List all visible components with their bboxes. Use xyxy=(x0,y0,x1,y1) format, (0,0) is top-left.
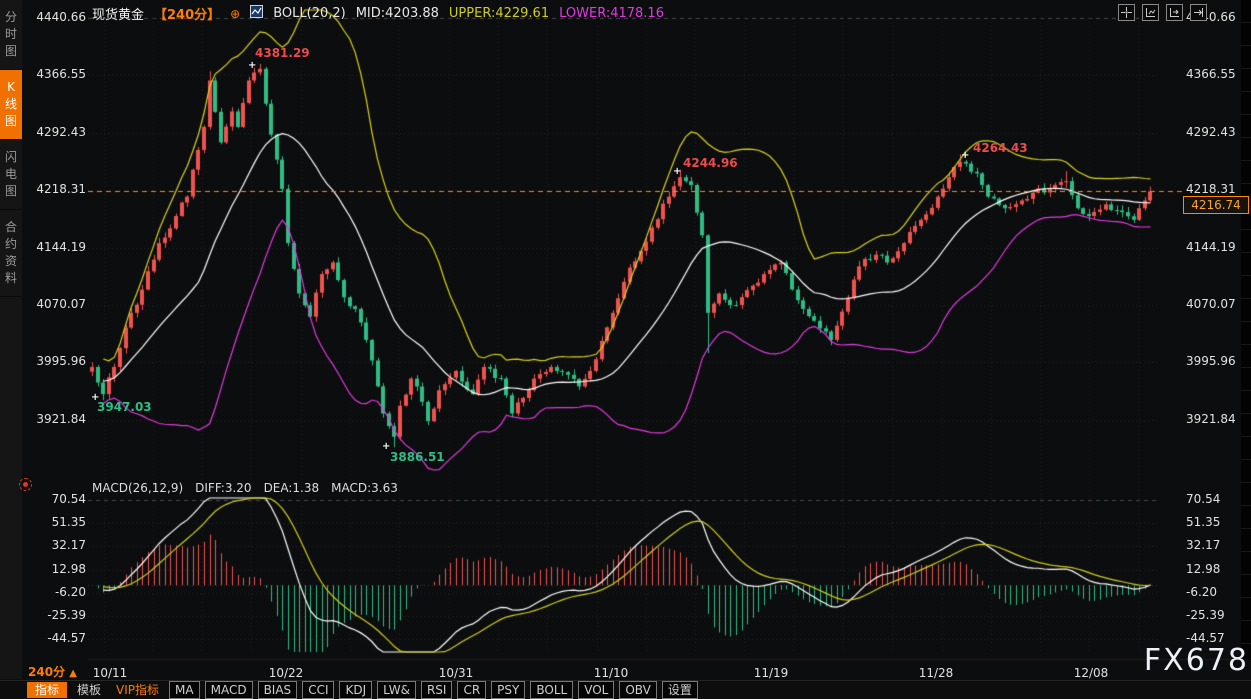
period-selector[interactable]: 240分 ▲ xyxy=(28,663,77,680)
macd-axis-label-left: 70.54 xyxy=(24,492,86,506)
chart-header: 现货黄金 【240分】 ⊕ BOLL(20,2) MID:4203.88 UPP… xyxy=(92,4,664,23)
toolbar-button-shezhi[interactable]: 设置 xyxy=(662,681,698,699)
sidebar-item-fenshitu[interactable]: 分时图 xyxy=(0,0,22,70)
toolbar-button-bias[interactable]: BIAS xyxy=(258,681,298,699)
axis-scale-right-icon[interactable] xyxy=(1166,4,1183,21)
macd-macd-value: MACD:3.63 xyxy=(331,481,398,495)
price-axis-label-left: 4292.43 xyxy=(24,125,86,139)
macd-axis-label-right: 70.54 xyxy=(1186,492,1220,506)
macd-axis-label-right: -25.39 xyxy=(1186,608,1225,622)
alarm-dot-icon[interactable] xyxy=(19,478,32,491)
candlestick-macd-chart[interactable] xyxy=(0,0,1251,699)
macd-axis-label-left: 51.35 xyxy=(24,515,86,529)
x-axis-date: 10/11 xyxy=(93,666,128,680)
price-axis-label-left: 4366.55 xyxy=(24,67,86,81)
x-axis-date: 11/10 xyxy=(594,666,629,680)
boll-lower-value: LOWER:4178.16 xyxy=(559,6,664,21)
price-axis-label-left: 4144.19 xyxy=(24,240,86,254)
toolbar-button-cr[interactable]: CR xyxy=(457,681,486,699)
axis-scale-left-icon[interactable] xyxy=(1142,4,1159,21)
current-price-box: 4216.74 xyxy=(1183,196,1249,214)
chart-tool-icons xyxy=(1118,4,1207,21)
boll-label: BOLL(20,2) xyxy=(273,6,346,21)
toolbar-button-zhibiao[interactable]: 指标 xyxy=(27,682,67,698)
macd-axis-label-right: -6.20 xyxy=(1186,585,1217,599)
price-axis-label-right: 4070.07 xyxy=(1186,297,1236,311)
toolbar-button-psy[interactable]: PSY xyxy=(491,681,525,699)
cross-marker-icon: + xyxy=(91,392,99,403)
crosshair-icon[interactable] xyxy=(1118,4,1135,21)
period-label[interactable]: 【240分】 xyxy=(154,4,220,23)
toolbar-button-vip[interactable]: VIP指标 xyxy=(111,682,164,698)
macd-params-label: MACD(26,12,9) xyxy=(92,481,183,495)
price-axis-label-right: 3995.96 xyxy=(1186,354,1236,368)
toolbar-button-vol[interactable]: VOL xyxy=(578,681,614,699)
mini-chart-icon[interactable] xyxy=(250,5,263,22)
toolbar-button-boll[interactable]: BOLL xyxy=(530,681,573,699)
macd-axis-label-right: 12.98 xyxy=(1186,562,1220,576)
x-axis-date: 11/19 xyxy=(754,666,789,680)
macd-axis-label-right: 51.35 xyxy=(1186,515,1220,529)
triangle-up-icon: ▲ xyxy=(69,668,77,679)
period-selector-label: 240分 xyxy=(28,665,65,679)
price-axis-label-left: 3995.96 xyxy=(24,354,86,368)
left-sidebar: 分时图K线图闪电图合约资料 xyxy=(0,0,22,679)
x-axis-date: 10/22 xyxy=(269,666,304,680)
macd-axis-label-left: -6.20 xyxy=(24,585,86,599)
sidebar-item-heyueziliao[interactable]: 合约资料 xyxy=(0,210,22,297)
macd-dea-value: DEA:1.38 xyxy=(264,481,320,495)
price-axis-label-left: 4440.66 xyxy=(24,10,86,24)
cross-marker-icon: + xyxy=(673,166,681,177)
toolbar-button-ma[interactable]: MA xyxy=(169,681,200,699)
price-annotation: 4381.29 xyxy=(255,46,310,60)
macd-axis-label-left: -25.39 xyxy=(24,608,86,622)
bottom-toolbar: 指标模板 VIP指标 MA MACD BIASCCI KDJ LW&RSICR PSY BOLL… xyxy=(0,680,1251,699)
right-edge-strip xyxy=(1241,0,1251,660)
cross-marker-icon: + xyxy=(382,441,390,452)
price-axis-label-left: 4218.31 xyxy=(24,182,86,196)
toolbar-button-obv[interactable]: OBV xyxy=(619,681,657,699)
x-axis-date: 11/28 xyxy=(919,666,954,680)
price-annotation: 3886.51 xyxy=(390,450,445,464)
macd-axis-label-right: 32.17 xyxy=(1186,538,1220,552)
symbol-name: 现货黄金 xyxy=(92,4,144,23)
price-axis-label-right: 4366.55 xyxy=(1186,67,1236,81)
sidebar-item-shandiantu[interactable]: 闪电图 xyxy=(0,140,22,210)
toolbar-button-cci[interactable]: CCI xyxy=(302,681,334,699)
boll-mid-value: MID:4203.88 xyxy=(356,6,439,21)
price-axis-label-right: 3921.84 xyxy=(1186,412,1236,426)
price-axis-label-right: 4144.19 xyxy=(1186,240,1236,254)
circle-plus-icon[interactable]: ⊕ xyxy=(230,7,240,21)
price-annotation: 3947.03 xyxy=(97,400,152,414)
macd-axis-label-left: -44.57 xyxy=(24,631,86,645)
price-annotation: 4264.43 xyxy=(973,141,1028,155)
fx678-watermark: FX678 xyxy=(1144,643,1249,678)
macd-header: MACD(26,12,9) DIFF:3.20 DEA:1.38 MACD:3.… xyxy=(92,481,398,495)
x-axis-date: 12/08 xyxy=(1074,666,1109,680)
price-axis-label-left: 3921.84 xyxy=(24,412,86,426)
toolbar-button-moban[interactable]: 模板 xyxy=(72,682,106,698)
toolbar-button-lw[interactable]: LW& xyxy=(377,681,416,699)
price-axis-label-left: 4070.07 xyxy=(24,297,86,311)
price-annotation: 4244.96 xyxy=(683,156,738,170)
toolbar-button-kdj[interactable]: KDJ xyxy=(339,681,372,699)
pan-right-icon[interactable] xyxy=(1190,4,1207,21)
sidebar-item-kxiantu[interactable]: K线图 xyxy=(0,70,22,140)
cross-marker-icon: + xyxy=(961,150,969,161)
toolbar-button-rsi[interactable]: RSI xyxy=(421,681,453,699)
toolbar-button-macd[interactable]: MACD xyxy=(205,681,253,699)
macd-axis-label-left: 12.98 xyxy=(24,562,86,576)
cross-marker-icon: + xyxy=(248,60,256,71)
x-axis-date: 10/31 xyxy=(439,666,474,680)
macd-diff-value: DIFF:3.20 xyxy=(195,481,251,495)
boll-upper-value: UPPER:4229.61 xyxy=(449,6,549,21)
price-axis-label-right: 4218.31 xyxy=(1186,182,1236,196)
price-axis-label-right: 4292.43 xyxy=(1186,125,1236,139)
macd-axis-label-left: 32.17 xyxy=(24,538,86,552)
